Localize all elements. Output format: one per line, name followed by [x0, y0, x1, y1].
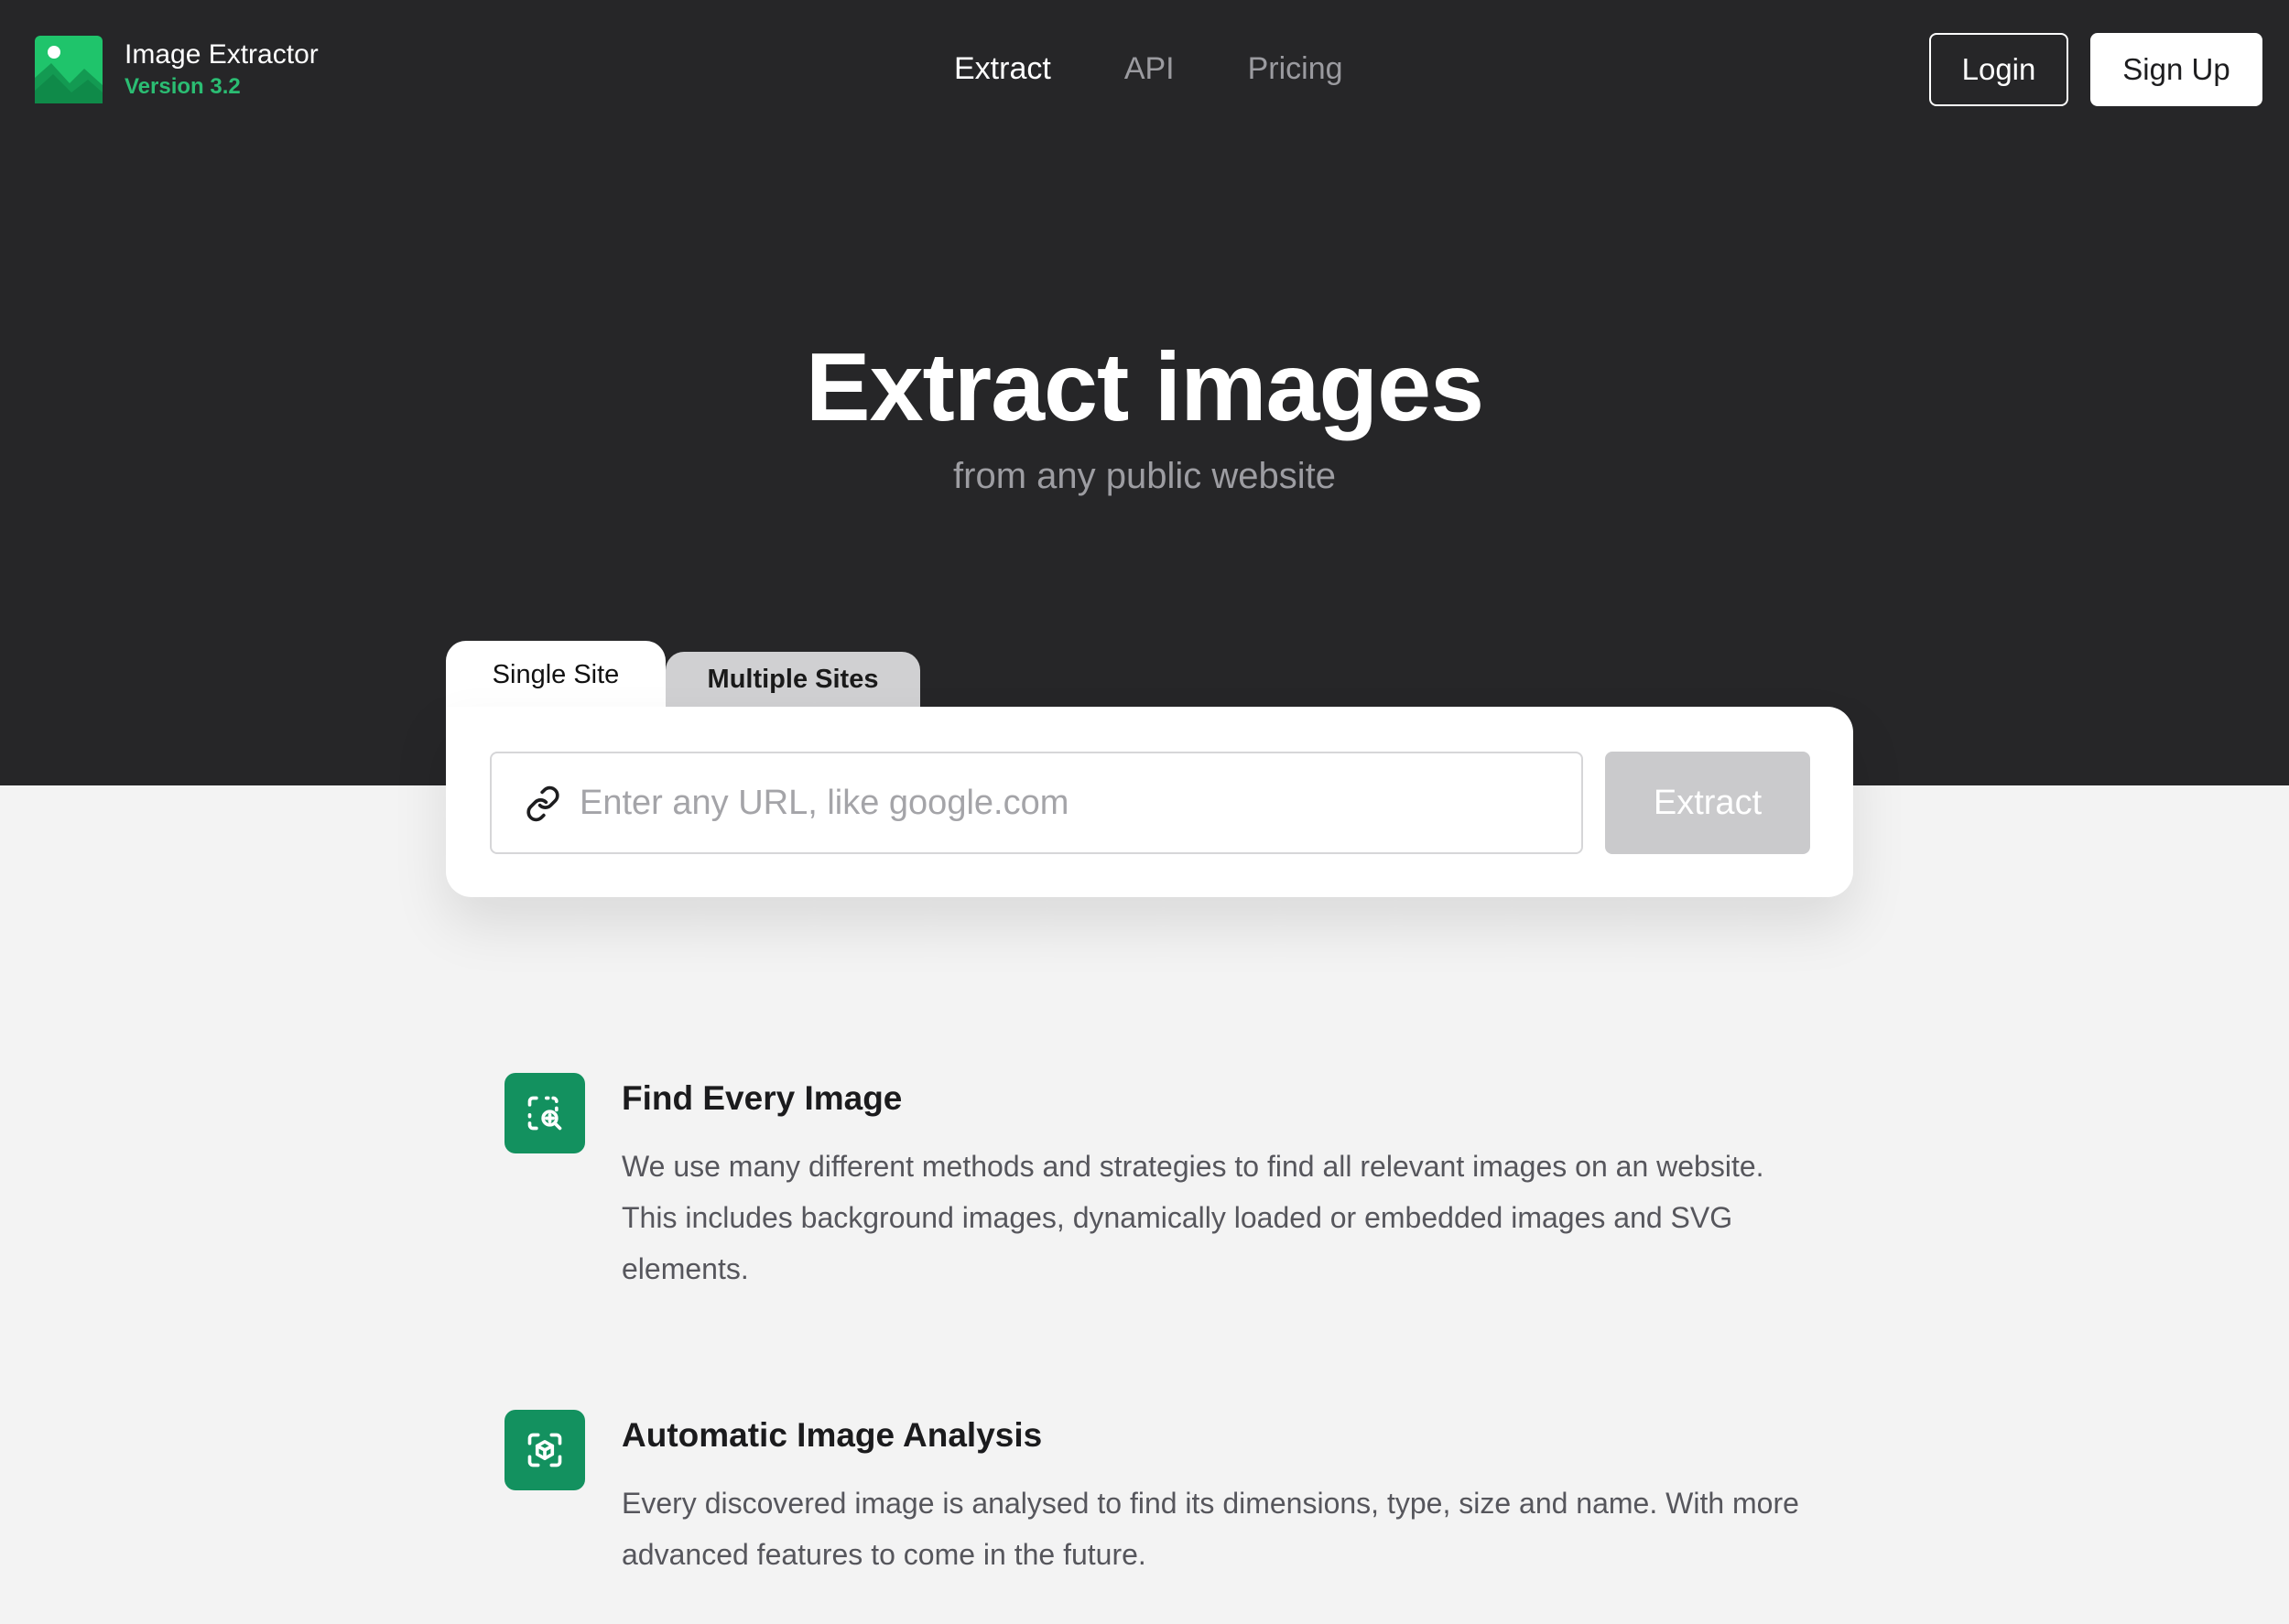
feature-description: Every discovered image is analysed to fi… [622, 1487, 1799, 1571]
image-analysis-icon [527, 1433, 562, 1467]
nav-extract[interactable]: Extract [954, 46, 1051, 92]
extractor-card: Extract [446, 707, 1853, 897]
brand-text: Image Extractor Version 3.2 [125, 38, 319, 102]
signup-button[interactable]: Sign Up [2090, 33, 2262, 106]
feature-description: We use many different methods and strate… [622, 1150, 1764, 1285]
extract-button[interactable]: Extract [1605, 752, 1810, 854]
brand-home-link[interactable]: Image Extractor Version 3.2 [35, 36, 319, 103]
login-button[interactable]: Login [1929, 33, 2068, 106]
page: Image Extractor Version 3.2 Extract API … [0, 0, 2289, 1624]
hero-subtitle: from any public website [953, 456, 1336, 496]
app-name: Image Extractor [125, 39, 319, 70]
feature-title: Find Every Image [622, 1079, 903, 1117]
image-search-icon [527, 1096, 562, 1131]
image-logo-icon [35, 36, 103, 103]
feature-title: Automatic Image Analysis [622, 1416, 1043, 1454]
app-version: Version 3.2 [125, 74, 241, 99]
main-nav: Extract API Pricing [954, 46, 1416, 92]
hero-title: Extract images [805, 333, 1484, 441]
tab-multiple-sites[interactable]: Multiple Sites [666, 652, 920, 707]
nav-api[interactable]: API [1124, 46, 1175, 92]
link-icon [526, 785, 559, 822]
feature-icon-box [504, 1073, 585, 1153]
top-header: Image Extractor Version 3.2 Extract API … [0, 0, 2289, 139]
tab-single-site[interactable]: Single Site [446, 641, 666, 709]
url-input[interactable] [580, 772, 1568, 834]
nav-pricing[interactable]: Pricing [1248, 46, 1343, 92]
url-field [490, 752, 1583, 854]
feature-icon-box [504, 1410, 585, 1490]
